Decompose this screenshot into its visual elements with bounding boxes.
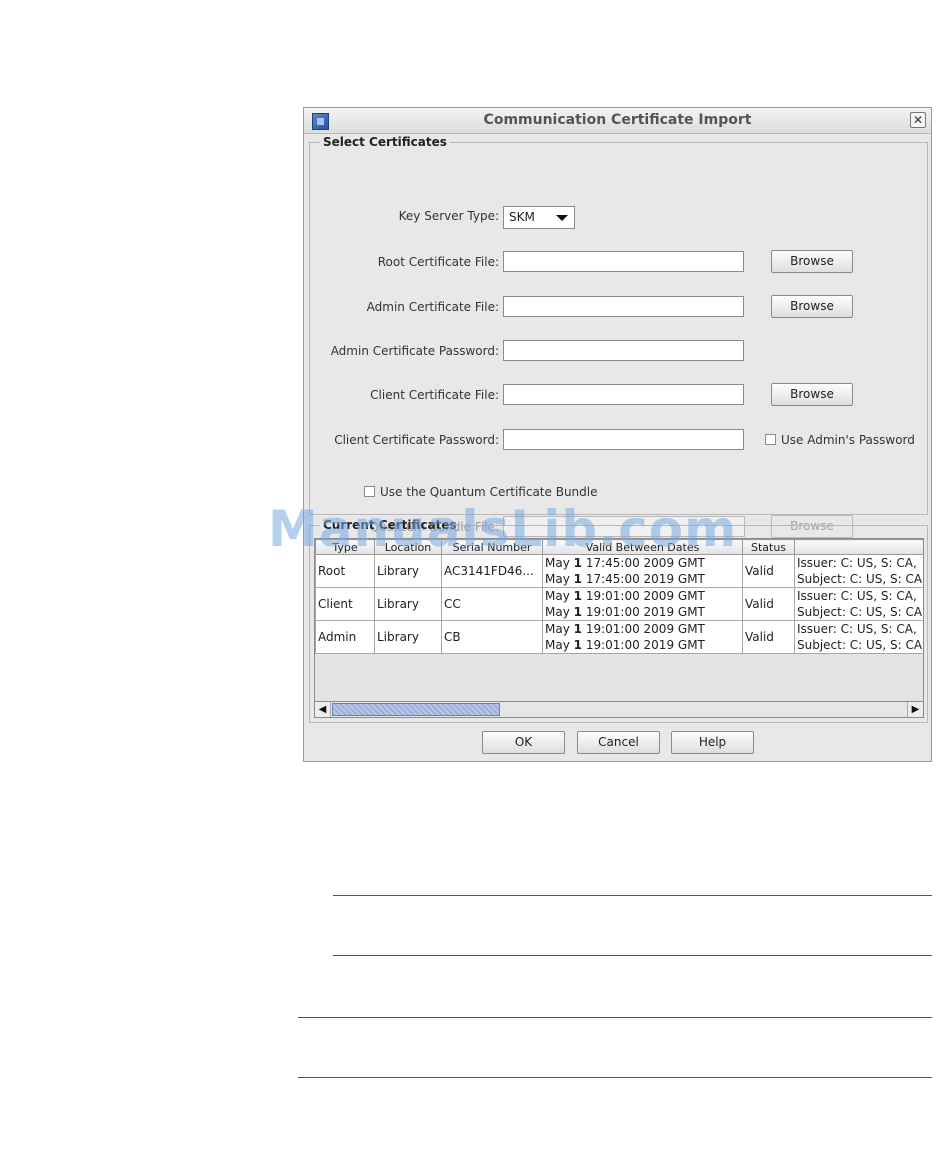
subject-text: Subject: C: US, S: CA, <box>797 638 924 652</box>
cell-serial: CC <box>441 587 543 621</box>
root-certificate-label: Root Certificate File: <box>377 255 499 269</box>
divider-line <box>298 1077 932 1078</box>
client-certificate-label: Client Certificate File: <box>370 388 499 402</box>
admin-certificate-field[interactable] <box>503 296 744 317</box>
divider-line <box>333 955 932 956</box>
cell-serial: CB <box>441 620 543 654</box>
date-to-rest: 17:45:00 2019 GMT <box>585 572 705 586</box>
date-from-day: 1 <box>573 556 582 570</box>
date-to-day: 1 <box>573 572 582 586</box>
cell-location: Library <box>374 587 442 621</box>
admin-certificate-label: Admin Certificate File: <box>366 300 499 314</box>
cell-type: Client <box>315 587 375 621</box>
certificates-table-container: Type Location Serial Number Valid Betwee… <box>314 538 924 718</box>
admin-password-field[interactable] <box>503 340 744 361</box>
chevron-down-icon <box>556 215 568 221</box>
cell-details: Issuer: C: US, S: CA, Subject: C: US, S:… <box>794 587 924 621</box>
cell-location: Library <box>374 554 442 588</box>
use-quantum-bundle-checkbox[interactable]: Use the Quantum Certificate Bundle <box>364 485 598 499</box>
column-header-status[interactable]: Status <box>742 539 795 555</box>
dialog-title: Communication Certificate Import <box>483 112 752 128</box>
client-password-label: Client Certificate Password: <box>334 433 499 447</box>
cell-dates: May 1 19:01:00 2009 GMT May 1 19:01:00 2… <box>542 587 743 621</box>
table-row[interactable]: Admin Library CB May 1 19:01:00 2009 GMT… <box>315 620 924 654</box>
cell-details: Issuer: C: US, S: CA, Subject: C: US, S:… <box>794 554 924 588</box>
certificate-import-dialog: Communication Certificate Import ✕ Selec… <box>303 107 932 762</box>
issuer-text: Issuer: C: US, S: CA, <box>797 589 917 603</box>
checkbox-icon <box>364 486 375 497</box>
key-server-type-value: SKM <box>509 210 535 224</box>
date-from-day: 1 <box>573 622 582 636</box>
horizontal-scrollbar[interactable]: ◀ ▶ <box>314 701 924 718</box>
issuer-text: Issuer: C: US, S: CA, <box>797 622 917 636</box>
table-row[interactable]: Client Library CC May 1 19:01:00 2009 GM… <box>315 587 924 621</box>
cell-type: Admin <box>315 620 375 654</box>
admin-password-label: Admin Certificate Password: <box>330 344 499 358</box>
client-certificate-field[interactable] <box>503 384 744 405</box>
use-admin-password-checkbox[interactable]: Use Admin's Password <box>765 433 915 447</box>
root-certificate-field[interactable] <box>503 251 744 272</box>
date-to-rest: 19:01:00 2019 GMT <box>585 638 705 652</box>
divider-line <box>298 1017 932 1018</box>
column-header-details[interactable] <box>794 539 923 555</box>
date-from: May 1 19:01:00 2009 GMT <box>545 589 740 605</box>
subject-text: Subject: C: US, S: CA, <box>797 572 924 586</box>
help-button[interactable]: Help <box>671 731 754 754</box>
date-from-month: May <box>545 589 570 603</box>
cell-dates: May 1 19:01:00 2009 GMT May 1 19:01:00 2… <box>542 620 743 654</box>
date-to-month: May <box>545 638 570 652</box>
date-from-month: May <box>545 556 570 570</box>
date-from-day: 1 <box>573 589 582 603</box>
cell-location: Library <box>374 620 442 654</box>
issuer-text: Issuer: C: US, S: CA, <box>797 556 917 570</box>
cell-dates: May 1 17:45:00 2009 GMT May 1 17:45:00 2… <box>542 554 743 588</box>
use-quantum-bundle-label: Use the Quantum Certificate Bundle <box>380 485 598 499</box>
divider-line <box>333 895 932 896</box>
checkbox-icon <box>765 434 776 445</box>
date-from-rest: 19:01:00 2009 GMT <box>585 589 705 603</box>
date-from: May 1 19:01:00 2009 GMT <box>545 622 740 638</box>
table-row[interactable]: Root Library AC3141FD46... May 1 17:45:0… <box>315 554 924 588</box>
watermark-text: ManualsLib.com <box>268 500 738 558</box>
client-password-field[interactable] <box>503 429 744 450</box>
date-to: May 1 19:01:00 2019 GMT <box>545 637 740 653</box>
date-to-day: 1 <box>573 638 582 652</box>
cell-serial: AC3141FD46... <box>441 554 543 588</box>
cell-status: Valid <box>742 620 795 654</box>
date-from-rest: 17:45:00 2009 GMT <box>585 556 705 570</box>
subject-text: Subject: C: US, S: CA, <box>797 605 924 619</box>
close-icon[interactable]: ✕ <box>910 112 926 128</box>
select-certificates-group: Select Certificates Key Server Type: SKM… <box>309 135 928 538</box>
date-to: May 1 19:01:00 2019 GMT <box>545 604 740 620</box>
scroll-right-icon[interactable]: ▶ <box>907 702 923 717</box>
cell-type: Root <box>315 554 375 588</box>
key-server-type-label: Key Server Type: <box>398 209 499 223</box>
date-to-month: May <box>545 572 570 586</box>
cell-status: Valid <box>742 587 795 621</box>
scroll-left-icon[interactable]: ◀ <box>315 702 331 717</box>
date-to-month: May <box>545 605 570 619</box>
cancel-button[interactable]: Cancel <box>577 731 660 754</box>
scrollbar-thumb[interactable] <box>332 703 500 716</box>
cell-status: Valid <box>742 554 795 588</box>
date-to: May 1 17:45:00 2019 GMT <box>545 571 740 587</box>
date-from-rest: 19:01:00 2009 GMT <box>585 622 705 636</box>
admin-browse-button[interactable]: Browse <box>771 295 853 318</box>
title-bar[interactable]: Communication Certificate Import ✕ <box>304 108 931 134</box>
client-browse-button[interactable]: Browse <box>771 383 853 406</box>
date-from-month: May <box>545 622 570 636</box>
cell-details: Issuer: C: US, S: CA, Subject: C: US, S:… <box>794 620 924 654</box>
date-to-rest: 19:01:00 2019 GMT <box>585 605 705 619</box>
ok-button[interactable]: OK <box>482 731 565 754</box>
use-admin-password-label: Use Admin's Password <box>781 433 915 447</box>
date-to-day: 1 <box>573 605 582 619</box>
select-certificates-legend: Select Certificates <box>323 135 447 149</box>
root-browse-button[interactable]: Browse <box>771 250 853 273</box>
key-server-type-select[interactable]: SKM <box>503 206 575 229</box>
